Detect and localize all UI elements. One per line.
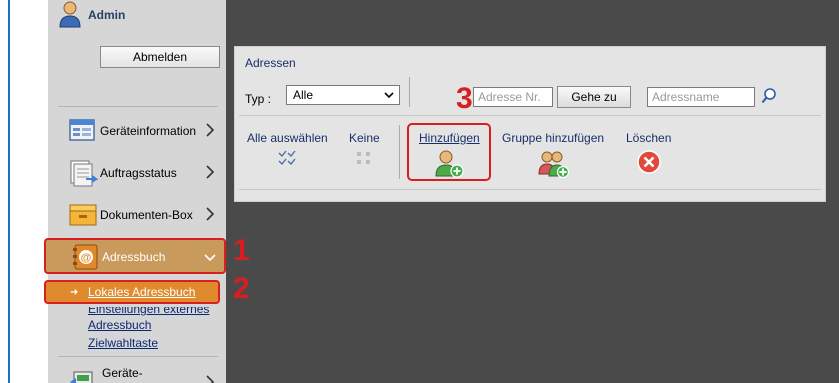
goto-button[interactable]: Gehe zu <box>557 86 631 108</box>
search-icon[interactable] <box>761 87 777 105</box>
add-label: Hinzufügen <box>419 131 480 145</box>
sidebar-link-speed-dial[interactable]: Zielwahltaste <box>88 336 158 350</box>
address-panel: Adressen Typ : Alle Adresse Nr. Gehe zu … <box>234 46 826 202</box>
delete-button[interactable]: Löschen <box>626 131 671 175</box>
device-info-icon <box>69 119 95 141</box>
callout-number-2: 2 <box>233 272 250 305</box>
chevron-right-icon <box>206 375 215 383</box>
job-status-icon <box>70 160 98 187</box>
chevron-down-icon <box>384 92 394 99</box>
sidebar-item-label: Geräte- <box>102 366 143 380</box>
add-group-button[interactable]: Gruppe hinzufügen <box>502 131 604 179</box>
deselect-all-label: Keine <box>349 131 380 145</box>
type-label: Typ : <box>245 92 272 106</box>
left-gutter <box>0 0 8 383</box>
document-box-icon <box>69 204 97 226</box>
panel-divider <box>239 189 821 190</box>
type-select-value: Alle <box>293 88 314 102</box>
chevron-right-icon <box>206 123 215 137</box>
chevron-right-icon <box>206 207 215 221</box>
device-icon <box>70 371 93 383</box>
chevron-right-icon <box>206 165 215 179</box>
sidebar-item-address-book[interactable]: @ Adressbuch <box>44 238 226 274</box>
add-group-label: Gruppe hinzufügen <box>502 131 605 145</box>
sidebar-subitem-label: Lokales Adressbuch <box>88 285 196 299</box>
panel-title: Adressen <box>245 56 296 70</box>
add-contact-icon <box>435 150 464 178</box>
sidebar-item-label: Dokumenten-Box <box>100 208 193 222</box>
user-icon <box>59 1 81 28</box>
sidebar-item-device-info[interactable]: Geräteinformation <box>58 114 224 148</box>
deselect-all-button[interactable]: Keine <box>349 131 380 167</box>
callout-number-1: 1 <box>233 234 250 267</box>
sidebar-item-label: Auftragsstatus <box>100 166 177 180</box>
address-name-input[interactable]: Adressname <box>647 87 755 107</box>
deselect-icon <box>357 152 371 164</box>
arrow-right-icon: ➜ <box>70 287 79 298</box>
type-select[interactable]: Alle <box>286 85 400 105</box>
address-number-input[interactable]: Adresse Nr. <box>473 87 553 107</box>
sidebar-item-device[interactable]: Geräte- <box>58 364 224 383</box>
callout-number-3: 3 <box>456 82 473 115</box>
logout-button[interactable]: Abmelden <box>100 46 220 68</box>
add-group-icon <box>538 151 570 179</box>
select-all-icon <box>278 150 296 166</box>
left-frame-border <box>8 0 10 383</box>
select-all-label: Alle auswählen <box>247 131 328 145</box>
sidebar-item-document-box[interactable]: Dokumenten-Box <box>58 198 224 232</box>
select-all-button[interactable]: Alle auswählen <box>247 131 328 167</box>
sidebar-subitem-local-address-book[interactable]: ➜ Lokales Adressbuch <box>44 280 220 304</box>
address-book-icon: @ <box>73 244 98 270</box>
user-name: Admin <box>88 8 126 22</box>
delete-label: Löschen <box>626 131 672 145</box>
toolbar-divider <box>409 77 410 107</box>
sidebar-link-address-book[interactable]: Adressbuch <box>88 318 151 332</box>
sidebar-item-job-status[interactable]: Auftragsstatus <box>58 156 224 190</box>
sidebar-divider <box>58 106 218 107</box>
toolbar-divider <box>399 125 400 179</box>
sidebar-item-label: Geräteinformation <box>100 124 197 138</box>
sidebar-divider <box>58 356 218 357</box>
delete-icon <box>636 150 661 174</box>
add-button[interactable]: Hinzufügen <box>419 131 480 179</box>
panel-divider <box>239 115 821 116</box>
sidebar-item-label: Adressbuch <box>102 250 166 264</box>
svg-text:@: @ <box>81 252 92 264</box>
chevron-down-icon <box>204 254 216 262</box>
